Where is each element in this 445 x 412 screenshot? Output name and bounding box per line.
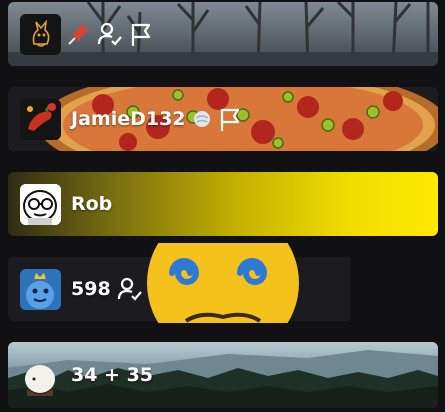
flag-icon[interactable] [218,106,244,132]
avatar[interactable] [20,183,61,225]
avatar[interactable] [20,13,61,55]
username: Rob [71,193,113,215]
user-row-1[interactable] [8,2,438,66]
user-row-3[interactable]: Rob [8,172,438,236]
user-check-icon[interactable] [117,276,143,302]
flag-icon[interactable] [129,21,155,47]
avatar-egg-face-icon [25,364,55,396]
avatar[interactable] [20,355,61,396]
user-row-2[interactable]: JamieD132 [8,87,438,151]
username: 598 [71,278,111,300]
username: 34 + 35 [71,364,154,386]
pin-icon [68,24,89,45]
avatar[interactable] [20,98,61,140]
user-check-icon[interactable] [97,21,123,47]
user-row-5[interactable]: 34 + 35 [8,342,438,408]
avatar-glasses-face-icon [20,183,61,225]
avatar[interactable] [20,268,61,310]
avatar-chili-icon [20,98,61,140]
avatar-crowned-monster-icon [20,268,61,310]
snowball-icon [193,111,210,127]
username: JamieD132 [71,108,186,130]
avatar-fox-icon [20,13,61,55]
dizzy-emoji-icon [147,243,299,323]
